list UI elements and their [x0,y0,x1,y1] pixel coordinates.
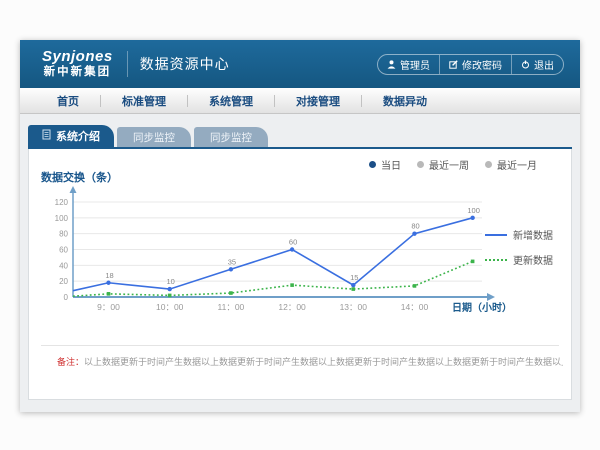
solid-line-icon [485,234,507,236]
dotted-line-icon [485,259,507,261]
svg-text:9：00: 9：00 [97,302,120,312]
filter-last-week[interactable]: 最近一周 [417,157,469,172]
svg-text:100: 100 [55,214,69,223]
main-nav: 首页 标准管理 系统管理 对接管理 数据异动 [20,88,580,114]
radio-dot-icon [485,161,492,168]
svg-text:15: 15 [350,273,358,282]
svg-text:日期（小时）: 日期（小时） [452,301,512,314]
company-logo: Synjones 新中新集团 [42,49,113,79]
svg-text:60: 60 [59,246,68,255]
user-menu: 管理员 修改密码 退出 [377,54,564,75]
svg-text:10: 10 [167,277,175,286]
logout-icon [521,60,530,69]
logo-brand: Synjones [42,49,113,66]
chart-panel: 当日 最近一周 最近一月 数据交换（条） 0 20 40 60 80 100 120 9：00… [28,149,572,400]
admin-user-label: 管理员 [400,57,430,72]
svg-text:35: 35 [228,257,236,266]
admin-user-button[interactable]: 管理员 [378,55,439,74]
svg-text:120: 120 [55,198,69,207]
tab-system-intro[interactable]: 系统介绍 [28,125,114,147]
svg-text:80: 80 [59,230,68,239]
tab-sync-monitor-1[interactable]: 同步监控 [117,127,191,147]
nav-item-standard-management[interactable]: 标准管理 [101,93,187,109]
legend-update-data: 更新数据 [485,252,563,267]
app-header: Synjones 新中新集团 数据资源中心 管理员 修改密码 [20,40,580,88]
nav-item-home[interactable]: 首页 [36,93,100,109]
exchange-line-chart: 0 20 40 60 80 100 120 9：00 10：00 11：00 12：00 13：00 1… [43,185,513,325]
tab-sync-monitor-2-label: 同步监控 [210,130,252,145]
svg-text:10：00: 10：00 [156,302,184,312]
svg-text:13：00: 13：00 [340,302,368,312]
footer-note-label: 备注： [57,357,84,367]
radio-dot-icon [417,161,424,168]
tab-sync-monitor-2[interactable]: 同步监控 [194,127,268,147]
time-filter-group: 当日 最近一周 最近一月 [369,157,537,172]
svg-text:20: 20 [59,277,68,286]
svg-text:60: 60 [289,238,297,247]
footer-note-text: 以上数据更新于时间产生数据以上数据更新于时间产生数据以上数据更新于时间产生数据以… [84,357,563,367]
logout-button[interactable]: 退出 [511,55,563,74]
tab-system-intro-label: 系统介绍 [56,128,100,144]
filter-last-month-label: 最近一月 [497,157,537,172]
svg-text:18: 18 [105,271,113,280]
filter-last-week-label: 最近一周 [429,157,469,172]
panel-divider [41,345,559,346]
logo-company: 新中新集团 [42,66,113,79]
svg-text:14：00: 14：00 [401,302,429,312]
content-tabs: 系统介绍 同步监控 同步监控 [28,125,268,147]
footer-note: 备注：以上数据更新于时间产生数据以上数据更新于时间产生数据以上数据更新于时间产生… [57,355,563,368]
header-divider [127,51,128,77]
filter-today-label: 当日 [381,157,401,172]
svg-text:11：00: 11：00 [218,302,245,312]
svg-text:12：00: 12：00 [278,302,306,312]
app-window: Synjones 新中新集团 数据资源中心 管理员 修改密码 [20,40,580,412]
nav-item-system-management[interactable]: 系统管理 [188,93,274,109]
chart-y-axis-title: 数据交换（条） [41,169,118,185]
document-icon [42,129,51,143]
change-password-label: 修改密码 [462,57,502,72]
radio-dot-icon [369,161,376,168]
edit-icon [449,60,458,69]
legend-new-data-label: 新增数据 [513,227,553,242]
logout-label: 退出 [534,57,554,72]
svg-text:100: 100 [467,206,480,215]
app-title: 数据资源中心 [140,54,230,74]
chart-legend: 新增数据 更新数据 [485,227,563,277]
tab-sync-monitor-1-label: 同步监控 [133,130,175,145]
user-icon [387,60,396,69]
svg-text:0: 0 [64,293,69,302]
nav-item-interface-management[interactable]: 对接管理 [275,93,361,109]
svg-text:40: 40 [59,261,68,270]
nav-item-data-change[interactable]: 数据异动 [362,93,448,109]
filter-last-month[interactable]: 最近一月 [485,157,537,172]
legend-new-data: 新增数据 [485,227,563,242]
page: Synjones 新中新集团 数据资源中心 管理员 修改密码 [0,0,600,450]
filter-today[interactable]: 当日 [369,157,401,172]
svg-text:80: 80 [411,222,419,231]
change-password-button[interactable]: 修改密码 [439,55,511,74]
legend-update-data-label: 更新数据 [513,252,553,267]
